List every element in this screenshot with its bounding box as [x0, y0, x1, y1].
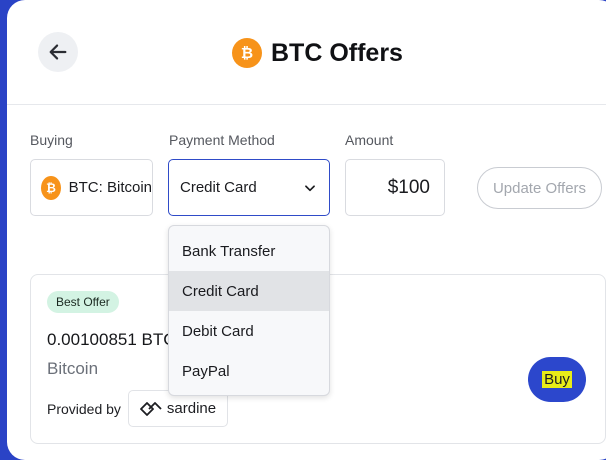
page-title-group: ₿ BTC Offers — [232, 38, 403, 68]
buying-value: BTC: Bitcoin — [68, 179, 152, 196]
offer-amount: 0.00100851 BTC — [47, 330, 176, 349]
payment-method-label: Payment Method — [169, 132, 275, 148]
offer-asset: Bitcoin — [47, 359, 99, 378]
dropdown-option-paypal[interactable]: PayPal — [169, 351, 329, 391]
amount-label: Amount — [345, 132, 394, 148]
back-button[interactable] — [38, 32, 78, 72]
provider-name: sardine — [166, 400, 217, 417]
svg-text:₿: ₿ — [241, 44, 253, 62]
buying-select[interactable]: ₿ BTC: Bitcoin — [30, 159, 153, 216]
offers-panel: ₿ BTC Offers Buying Payment Method Amoun… — [7, 0, 606, 460]
payment-method-value: Credit Card — [180, 179, 257, 196]
buy-button[interactable]: Buy — [528, 357, 586, 402]
page-header: ₿ BTC Offers — [7, 0, 606, 105]
sardine-logo-icon — [139, 401, 162, 416]
svg-text:₿: ₿ — [46, 181, 56, 195]
update-offers-button[interactable]: Update Offers — [477, 167, 602, 209]
provided-by-label: Provided by — [47, 401, 121, 417]
dropdown-option-debit-card[interactable]: Debit Card — [169, 311, 329, 351]
buying-label: Buying — [30, 132, 73, 148]
best-offer-badge: Best Offer — [47, 291, 119, 313]
chevron-down-icon — [303, 181, 317, 195]
page-title: BTC Offers — [271, 38, 403, 67]
payment-method-dropdown: Bank Transfer Credit Card Debit Card Pay… — [168, 225, 330, 396]
dropdown-option-bank-transfer[interactable]: Bank Transfer — [169, 231, 329, 271]
bitcoin-icon: ₿ — [41, 175, 61, 200]
amount-input[interactable]: $100 — [345, 159, 445, 216]
payment-method-select[interactable]: Credit Card — [168, 159, 330, 216]
bitcoin-icon: ₿ — [232, 38, 262, 68]
dropdown-option-credit-card[interactable]: Credit Card — [169, 271, 329, 311]
arrow-left-icon — [49, 44, 67, 60]
amount-value: $100 — [387, 176, 430, 198]
buy-button-label: Buy — [542, 371, 572, 388]
